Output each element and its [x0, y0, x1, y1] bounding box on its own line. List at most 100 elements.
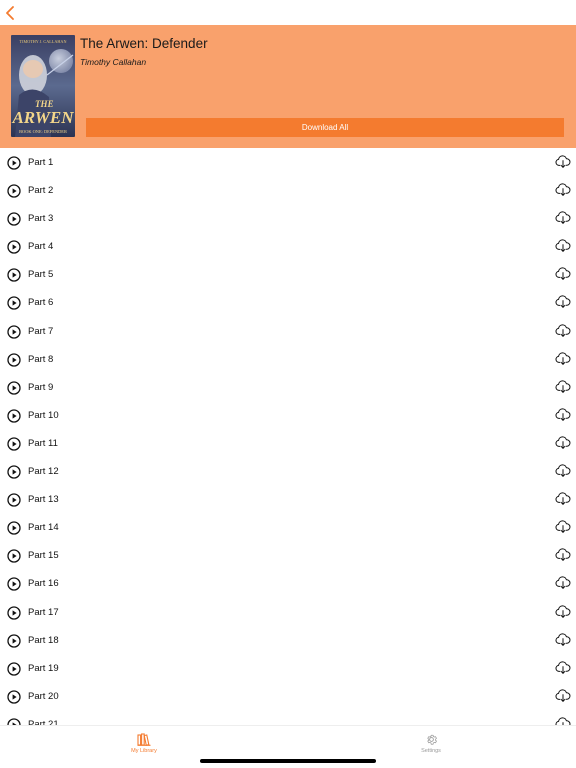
books-icon — [137, 733, 151, 746]
list-item[interactable]: Part 17 — [0, 599, 576, 627]
list-item[interactable]: Part 3 — [0, 205, 576, 233]
cloud-download-icon[interactable] — [555, 435, 571, 451]
part-label: Part 8 — [28, 353, 54, 365]
part-label: Part 15 — [28, 550, 59, 562]
audiobook-screen: TIMOTHY J. CALLAHAN THE ARWEN BOOK ONE: … — [0, 0, 576, 768]
cloud-download-icon[interactable] — [555, 660, 571, 676]
cloud-download-icon[interactable] — [555, 294, 571, 310]
part-label: Part 16 — [28, 578, 59, 590]
list-item[interactable]: Part 21 — [0, 711, 576, 725]
play-icon[interactable] — [7, 690, 21, 704]
play-icon[interactable] — [7, 662, 21, 676]
play-icon[interactable] — [7, 324, 21, 339]
play-icon[interactable] — [7, 240, 21, 254]
parts-list: Part 1 Part 2 Part 3 Part 4 Part 5 Part 6 Part… — [0, 149, 576, 725]
cover-author-text: TIMOTHY J. CALLAHAN — [20, 39, 67, 44]
part-label: Part 3 — [28, 213, 54, 225]
list-item[interactable]: Part 4 — [0, 233, 576, 261]
list-item[interactable]: Part 10 — [0, 402, 576, 430]
cloud-download-icon[interactable] — [555, 238, 571, 254]
part-label: Part 19 — [28, 662, 59, 674]
cloud-download-icon[interactable] — [555, 519, 571, 535]
cloud-download-icon[interactable] — [555, 210, 571, 226]
play-icon[interactable] — [7, 268, 21, 283]
play-icon[interactable] — [7, 718, 21, 725]
book-header: TIMOTHY J. CALLAHAN THE ARWEN BOOK ONE: … — [0, 25, 576, 148]
chevron-left-icon — [6, 6, 14, 20]
list-item[interactable]: Part 20 — [0, 683, 576, 711]
play-icon[interactable] — [7, 212, 21, 226]
list-item[interactable]: Part 16 — [0, 570, 576, 598]
play-icon[interactable] — [7, 493, 21, 507]
cloud-download-icon[interactable] — [555, 407, 571, 423]
cloud-download-icon[interactable] — [555, 379, 571, 395]
back-button[interactable] — [2, 4, 18, 22]
list-item[interactable]: Part 13 — [0, 486, 576, 514]
book-title: The Arwen: Defender — [80, 36, 208, 51]
list-item[interactable]: Part 1 — [0, 149, 576, 177]
cloud-download-icon[interactable] — [555, 632, 571, 648]
cloud-download-icon[interactable] — [555, 182, 571, 198]
part-label: Part 20 — [28, 690, 59, 702]
part-label: Part 18 — [28, 634, 59, 646]
part-label: Part 10 — [28, 409, 59, 421]
part-label: Part 7 — [28, 325, 54, 337]
cloud-download-icon[interactable] — [555, 491, 571, 507]
cloud-download-icon[interactable] — [555, 575, 571, 591]
list-item[interactable]: Part 19 — [0, 655, 576, 683]
part-label: Part 14 — [28, 522, 59, 534]
cloud-download-icon[interactable] — [555, 716, 571, 725]
list-item[interactable]: Part 14 — [0, 514, 576, 542]
part-label: Part 1 — [28, 157, 54, 168]
play-icon[interactable] — [7, 633, 21, 648]
tab-settings-label: Settings — [421, 748, 441, 754]
part-label: Part 2 — [28, 185, 54, 197]
nav-bar — [0, 0, 576, 25]
gear-icon — [426, 734, 437, 745]
cloud-download-icon[interactable] — [555, 547, 571, 563]
cloud-download-icon[interactable] — [555, 351, 571, 367]
cloud-download-icon[interactable] — [555, 688, 571, 704]
list-item[interactable]: Part 18 — [0, 627, 576, 655]
play-icon[interactable] — [7, 353, 21, 367]
list-item[interactable]: Part 15 — [0, 542, 576, 570]
part-label: Part 9 — [28, 381, 54, 393]
list-item[interactable]: Part 6 — [0, 289, 576, 317]
home-indicator — [200, 759, 376, 763]
tab-my-library-label: My Library — [131, 748, 157, 754]
cover-title-line2: ARWEN — [11, 108, 74, 127]
list-item[interactable]: Part 2 — [0, 177, 576, 205]
cloud-download-icon[interactable] — [555, 604, 571, 620]
play-icon[interactable] — [7, 605, 21, 620]
part-label: Part 13 — [28, 494, 59, 506]
list-item[interactable]: Part 11 — [0, 430, 576, 458]
list-item[interactable]: Part 5 — [0, 261, 576, 289]
play-icon[interactable] — [7, 296, 21, 311]
cloud-download-icon[interactable] — [555, 154, 571, 170]
cloud-download-icon[interactable] — [555, 463, 571, 479]
play-icon[interactable] — [7, 577, 21, 592]
list-item[interactable]: Part 9 — [0, 374, 576, 402]
book-cover: TIMOTHY J. CALLAHAN THE ARWEN BOOK ONE: … — [11, 35, 75, 137]
play-icon[interactable] — [7, 437, 21, 451]
part-label: Part 12 — [28, 466, 59, 478]
part-label: Part 11 — [28, 437, 58, 449]
download-all-button[interactable]: Download All — [86, 118, 564, 137]
part-label: Part 17 — [28, 606, 59, 618]
play-icon[interactable] — [7, 409, 21, 423]
list-item[interactable]: Part 7 — [0, 318, 576, 346]
play-icon[interactable] — [7, 156, 21, 170]
play-icon[interactable] — [7, 521, 21, 535]
play-icon[interactable] — [7, 381, 21, 395]
list-item[interactable]: Part 8 — [0, 346, 576, 374]
play-icon[interactable] — [7, 465, 21, 479]
part-label: Part 6 — [28, 297, 54, 309]
play-icon[interactable] — [7, 184, 21, 198]
cover-subtitle: BOOK ONE: DEFENDER — [19, 129, 67, 134]
play-icon[interactable] — [7, 549, 21, 563]
list-item[interactable]: Part 12 — [0, 458, 576, 486]
tab-settings[interactable]: Settings — [401, 733, 461, 759]
tab-my-library[interactable]: My Library — [114, 733, 174, 759]
cloud-download-icon[interactable] — [555, 266, 571, 282]
cloud-download-icon[interactable] — [555, 323, 571, 339]
